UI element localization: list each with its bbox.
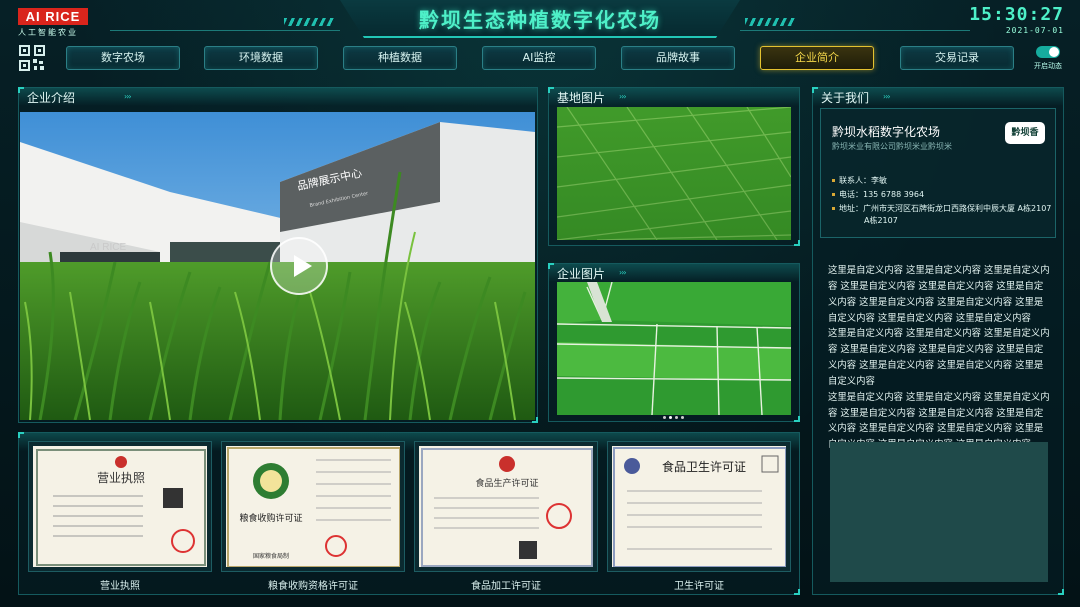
bullet-icon	[832, 207, 835, 210]
certificate-food-production[interactable]: 食品生产许可证	[414, 441, 598, 572]
company-video[interactable]: 品牌展示中心 Brand Exhibition Center AI RICE	[20, 112, 535, 420]
certificate-title: 营业执照	[97, 471, 145, 485]
panel-title: 关于我们	[821, 91, 870, 105]
panel-title: 企业图片	[557, 267, 606, 281]
phone-value[interactable]: 135 6788 3964	[863, 190, 924, 199]
address-label: 地址：	[839, 204, 863, 213]
brand-logo[interactable]: AI RICE 人工智能农业	[18, 8, 90, 38]
panel-title: 基地图片	[557, 91, 606, 105]
about-paragraph: 这里是自定义内容 这里是自定义内容 这里是自定义内容 这里是自定义内容 这里是自…	[828, 265, 1050, 324]
nav-brand-story[interactable]: 品牌故事	[621, 46, 735, 70]
contact-label: 联系人：	[839, 176, 871, 185]
certificate-title: 粮食收购许可证	[239, 512, 302, 524]
certificate-business-license[interactable]: 营业执照	[28, 441, 212, 572]
page-title: 黔坝生态种植数字化农场	[419, 8, 661, 32]
carousel-dot[interactable]	[669, 416, 672, 419]
nav-digital-farm[interactable]: 数字农场	[66, 46, 180, 70]
header-stripes-right	[745, 18, 795, 26]
qr-code-icon[interactable]	[19, 45, 45, 71]
nav-planting-data[interactable]: 种植数据	[343, 46, 457, 70]
clock-time: 15:30:27	[969, 4, 1064, 25]
carousel-dot[interactable]	[681, 416, 684, 419]
enterprise-photo[interactable]	[557, 282, 791, 415]
chevrons-icon: ›››	[124, 92, 132, 101]
chevrons-icon: ›››	[619, 92, 627, 101]
phone-row: 电话：135 6788 3964	[832, 189, 924, 200]
carousel-dot[interactable]	[663, 416, 666, 419]
carousel-dots[interactable]	[663, 404, 687, 423]
company-card: 黔坝水稻数字化农场 黔坝米业有限公司黔坝米业黔坝米 黔坝香 联系人：李敏 电话：…	[820, 108, 1056, 238]
wall-text: AI RICE	[90, 242, 126, 253]
nav-company-intro[interactable]: 企业简介	[760, 46, 874, 70]
clock-date: 2021-07-01	[1005, 26, 1064, 35]
certificate-label: 粮食收购资格许可证	[268, 581, 358, 592]
panel-title: 企业介绍	[27, 91, 76, 105]
certificate-grain-license[interactable]: 粮食收购许可证 国家粮食局制	[221, 441, 405, 572]
certificate-footer: 国家粮食局制	[253, 552, 289, 560]
nav-ai-monitor[interactable]: AI监控	[482, 46, 596, 70]
logo-text: AI RICE	[18, 8, 88, 25]
certificate-label: 营业执照	[100, 581, 140, 592]
certificate-label: 食品加工许可证	[471, 581, 541, 592]
address-row: 地址：广州市天河区石牌街龙口西路保利中辰大厦 A栋2107	[832, 203, 1054, 214]
certificate-title: 食品生产许可证	[475, 477, 538, 489]
about-description: 这里是自定义内容 这里是自定义内容 这里是自定义内容 这里是自定义内容 这里是自…	[828, 263, 1050, 453]
certificate-label: 卫生许可证	[674, 581, 724, 592]
bullet-icon	[832, 179, 835, 182]
about-image-placeholder	[830, 442, 1048, 582]
header-stripes-left	[284, 18, 334, 26]
phone-label: 电话：	[839, 190, 863, 199]
header-line-left	[110, 30, 340, 31]
toggle-switch[interactable]	[1036, 46, 1060, 58]
paddy-field-image	[557, 282, 791, 415]
clock: 15:30:27 2021-07-01	[969, 4, 1064, 35]
certificate-title: 食品卫生许可证	[662, 459, 746, 474]
certificate-image: 粮食收购许可证 国家粮食局制	[226, 446, 400, 567]
nav-environment-data[interactable]: 环境数据	[204, 46, 318, 70]
logo-subtitle: 人工智能农业	[18, 28, 78, 37]
chevrons-icon: ›››	[619, 268, 627, 277]
company-name: 黔坝水稻数字化农场	[832, 125, 941, 139]
toggle-label: 开启动态	[1034, 62, 1062, 70]
certificate-health-permit[interactable]: 食品卫生许可证	[607, 441, 791, 572]
base-photo[interactable]	[557, 107, 791, 240]
rice-field-image	[557, 107, 791, 240]
play-icon[interactable]	[270, 237, 328, 295]
dynamic-toggle[interactable]: 开启动态	[1034, 46, 1062, 71]
certificate-image: 食品卫生许可证	[612, 446, 786, 567]
address-value: 广州市天河区石牌街龙口西路保利中辰大厦 A栋2107	[863, 204, 1052, 213]
bullet-icon	[832, 193, 835, 196]
chevrons-icon: ›››	[883, 92, 891, 101]
company-subtitle: 黔坝米业有限公司黔坝米业黔坝米	[832, 142, 952, 151]
contact-value: 李敏	[871, 176, 887, 185]
certificate-image: 食品生产许可证	[419, 446, 593, 567]
header-line-right	[740, 30, 970, 31]
nav-transactions[interactable]: 交易记录	[900, 46, 1014, 70]
carousel-dot[interactable]	[675, 416, 678, 419]
main-nav: 数字农场 环境数据 种植数据 AI监控 品牌故事 企业简介 交易记录	[66, 46, 1016, 70]
certificate-image: 营业执照	[33, 446, 207, 567]
contact-row: 联系人：李敏	[832, 175, 887, 186]
company-logo: 黔坝香	[1005, 122, 1045, 144]
about-paragraph: 这里是自定义内容 这里是自定义内容 这里是自定义内容 这里是自定义内容 这里是自…	[828, 328, 1050, 387]
address-line-2: A栋2107	[864, 216, 898, 225]
